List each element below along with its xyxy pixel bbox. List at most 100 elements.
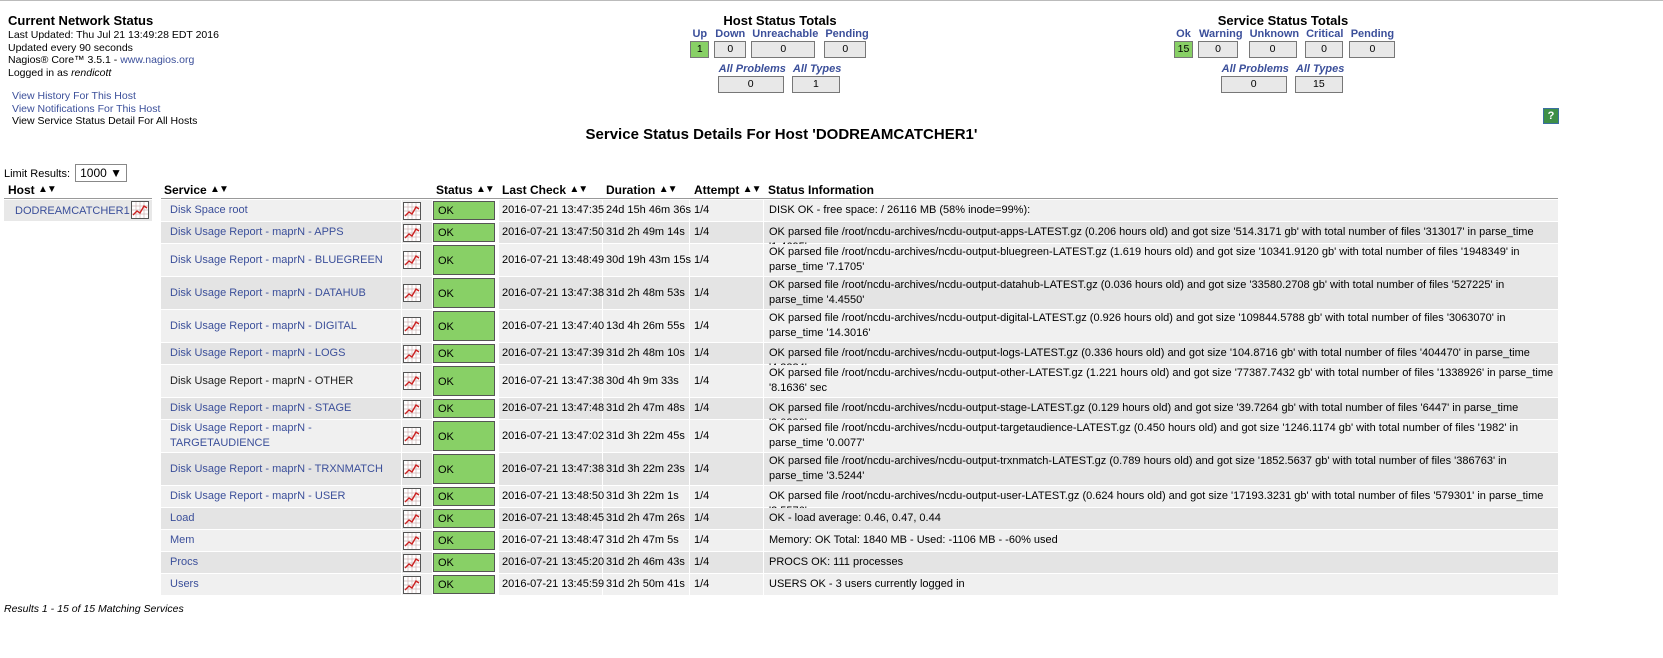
graph-icon[interactable] [403,576,421,594]
host-name-link[interactable]: DODREAMCATCHER1 [15,205,130,217]
last-check: 2016-07-21 13:45:59 [502,578,605,590]
table-cell [161,508,401,529]
last-check: 2016-07-21 13:47:48 [502,402,605,414]
sort-arrows-icon[interactable]: ▲▼ [569,184,588,195]
host-pending-count: 0 [824,41,867,58]
graph-icon[interactable] [403,460,421,478]
view-notifications-link[interactable]: View Notifications For This Host [12,103,160,115]
service-name-link[interactable]: Disk Usage Report - maprN - USER [170,489,345,504]
limit-label: Limit Results: [4,168,71,180]
service-name-line: TARGETAUDIENCE [170,437,270,449]
service-name-link[interactable]: Disk Usage Report - maprN - APPS [170,225,344,240]
graph-icon[interactable] [403,488,421,506]
service-pending-label[interactable]: Pending [1348,28,1396,40]
graph-icon[interactable] [403,554,421,572]
service-name-line: Disk Usage Report - maprN - USER [170,490,346,502]
service-name-link[interactable]: Disk Usage Report - maprN - TARGETAUDIENC… [170,421,312,451]
service-name-link[interactable]: Disk Usage Report - maprN - STAGE [170,401,351,416]
service-name-link[interactable]: Disk Usage Report - maprN - DATAHUB [170,286,366,301]
col-host: Host ▲▼ [8,183,57,198]
host-graph-icon[interactable] [131,201,149,219]
table-row: Users OK 2016-07-21 13:45:59 31d 2h 50m 41s… [161,574,1558,595]
attempt: 1/4 [694,375,710,387]
last-check: 2016-07-21 13:47:50 [502,226,605,238]
duration: 31d 2h 47m 5s [606,534,679,546]
graph-icon[interactable] [403,251,421,269]
graph-icon[interactable] [403,224,421,242]
graph-icon[interactable] [403,317,421,335]
limit-select[interactable]: 1000 ▼ [75,164,128,182]
host-all-problems-label[interactable]: All Problems [717,63,788,75]
sort-arrows-icon[interactable]: ▲▼ [476,184,495,195]
service-name-link[interactable]: Disk Usage Report - maprN - TRXNMATCH [170,462,383,477]
sort-arrows-icon[interactable]: ▲▼ [38,184,57,195]
service-name-line: Disk Usage Report - maprN - TRXNMATCH [170,463,383,475]
service-name-link[interactable]: Users [170,577,199,592]
service-name-link[interactable]: Load [170,511,194,526]
col-attempt-label: Attempt [694,183,740,197]
service-warning-label[interactable]: Warning [1197,28,1245,40]
host-down-label[interactable]: Down [713,28,747,40]
service-ok-label[interactable]: Ok [1173,28,1194,40]
table-row: Mem OK 2016-07-21 13:48:47 31d 2h 47m 5s 1/4… [161,530,1558,551]
service-name-line: Disk Usage Report - maprN - STAGE [170,402,352,414]
duration: 31d 2h 50m 41s [606,578,685,590]
service-all-types-count: 15 [1294,76,1343,93]
status-information-line: OK parsed file /root/ncdu-archives/ncdu-… [769,455,1507,482]
last-check: 2016-07-21 13:48:45 [502,512,605,524]
host-unreachable-label[interactable]: Unreachable [750,28,820,40]
service-name-link[interactable]: Disk Usage Report - maprN - BLUEGREEN [170,253,383,268]
status-information-line: PROCS OK: 111 processes [769,556,904,568]
attempt: 1/4 [694,347,710,359]
status-badge: OK [433,344,495,363]
sort-arrows-icon[interactable]: ▲▼ [659,184,678,195]
duration: 30d 19h 43m 15s [606,254,692,266]
limit-value: 1000 [80,166,107,180]
service-unknown-label[interactable]: Unknown [1248,28,1302,40]
service-name-link[interactable]: Disk Usage Report - maprN - LOGS [170,346,345,361]
service-all-types-label[interactable]: All Types [1294,63,1347,75]
graph-icon[interactable] [403,284,421,302]
host-pending-label[interactable]: Pending [823,28,870,40]
graph-icon[interactable] [403,510,421,528]
col-status-label: Status [436,183,473,197]
view-history-link[interactable]: View History For This Host [12,90,136,102]
nagios-link[interactable]: www.nagios.org [120,54,194,66]
attempt: 1/4 [694,402,710,414]
service-name-link[interactable]: Procs [170,555,198,570]
graph-icon[interactable] [403,532,421,550]
table-row: Disk Usage Report - maprN - DIGITAL OK 201… [161,310,1558,354]
duration: 30d 4h 9m 33s [606,375,679,387]
graph-icon[interactable] [403,202,421,220]
status-information-line: USERS OK - 3 users currently logged in [769,578,965,590]
service-all-problems-label[interactable]: All Problems [1220,63,1291,75]
host-totals-title: Host Status Totals [723,13,837,28]
graph-icon[interactable] [403,345,421,363]
host-down-count: 0 [714,41,747,58]
attempt: 1/4 [694,463,710,475]
col-status-info-label: Status Information [768,183,875,197]
logged-in: Logged in as rendicott [8,67,219,80]
service-name-link[interactable]: Disk Usage Report - maprN - DIGITAL [170,319,357,334]
attempt: 1/4 [694,254,710,266]
last-check: 2016-07-21 13:47:40 [502,320,605,332]
service-critical-label[interactable]: Critical [1304,28,1345,40]
help-icon[interactable]: ? [1543,108,1559,124]
service-name-link[interactable]: Disk Space root [170,203,248,218]
col-last-check: Last Check ▲▼ [502,183,588,198]
graph-icon[interactable] [403,427,421,445]
host-all-types-label[interactable]: All Types [791,63,844,75]
graph-icon[interactable] [403,400,421,418]
service-name-line: Users [170,578,199,590]
graph-icon[interactable] [403,372,421,390]
duration: 31d 3h 22m 23s [606,463,685,475]
sort-arrows-icon[interactable]: ▲▼ [210,184,229,195]
sort-arrows-icon[interactable]: ▲▼ [743,184,762,195]
service-name-link[interactable]: Mem [170,533,194,548]
attempt: 1/4 [694,226,710,238]
status-information: USERS OK - 3 users currently logged in [769,577,965,592]
col-status: Status ▲▼ [436,183,495,198]
status-badge: OK [433,201,495,220]
host-up-label[interactable]: Up [689,28,710,40]
service-name-link[interactable]: Disk Usage Report - maprN - OTHER [170,374,353,389]
